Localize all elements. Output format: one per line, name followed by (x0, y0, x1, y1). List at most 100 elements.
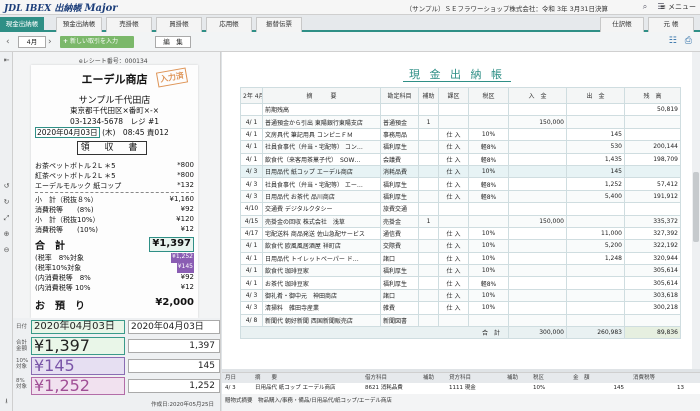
download-icon[interactable]: ⭳ (2, 397, 11, 406)
ledger-cell: お茶代 珈琲豆家 (262, 276, 381, 290)
total-input[interactable]: 1,397 (128, 339, 220, 353)
ledger-row[interactable]: 4/ 1 日用品代 トイレットペーパー ド… 諸口 仕 入 10% 1,248 320,94… (240, 251, 681, 266)
tab-payables[interactable]: 買掛帳 (156, 17, 202, 32)
ledger-cell: 福利厚生 (380, 189, 419, 204)
ledger-cell (418, 288, 439, 303)
ledger-cell (624, 313, 681, 328)
ledger-cell (566, 264, 625, 278)
ledger-row[interactable]: 4/ 1 普通預金から引出 東陽銀行東陽支店 普通預金 1 150,000 (240, 115, 681, 129)
date-input[interactable]: 2020年04月03日 (128, 320, 220, 334)
ledger-cell (566, 102, 625, 117)
ledger-row[interactable]: 4/10 交通費 デジタルクタシー 旅費交通 (240, 202, 681, 216)
ledger-row[interactable]: 4/ 1 飲食代（来客用茶菓子代） SOW… 会議費 仕 入軽8% 1,435 198,7… (240, 152, 681, 166)
ledger-cell: 4/ 1 (240, 239, 263, 253)
tab-transfer-slip[interactable]: 振替伝票 (256, 17, 302, 32)
ledger-row[interactable]: 4/ 1 文房具代 筆記用具 コンピニＦＭ 事務用品 仕 入 10% 145 (240, 127, 681, 142)
rate10-input[interactable]: 145 (128, 359, 220, 373)
collapse-icon[interactable]: ⇤ (2, 56, 11, 65)
ledger-header-row: 2年 4月 摘 要 勘定科目 補助 課区 税区 入 金 出 金 残 高 (240, 87, 681, 104)
ledger-title: 現 金 出 納 帳 (222, 66, 692, 82)
tab-receivables[interactable]: 売掛帳 (106, 17, 152, 32)
col-tax: 税区 (468, 87, 509, 104)
filter-icon[interactable]: ☷ (669, 36, 677, 46)
ledger-cell: 10% (468, 239, 509, 253)
ledger-cell (418, 177, 439, 191)
receipt-title: 領 収 書 (77, 141, 147, 155)
ledger-cell (508, 301, 567, 315)
ledger-cell: 305,614 (624, 264, 681, 278)
left-sidebar: ⇤ ↺ ↻ ⤢ ⊕ ⊖ ⭳ (0, 52, 13, 411)
ledger-row[interactable]: 4/ 3 日用品代 紙コップ エーデル商店 消耗品費 仕 入 10% 145 (240, 164, 681, 179)
ledger-row[interactable]: 4/ 3 御礼肴・御中元 神田商店 諸口 仕 入 10% 303,618 (240, 288, 681, 303)
prev-month-icon[interactable]: ‹ (6, 36, 14, 48)
tab-journal[interactable]: 仕訳帳 (600, 17, 644, 32)
search-icon[interactable]: ⌕ (640, 2, 650, 12)
ledger-cell (418, 313, 439, 328)
ledger-row[interactable]: 4/ 8 新聞代 朝好新聞 西国新聞販売店 新聞図書 (240, 313, 681, 328)
ledger-cell: 10% (468, 226, 509, 241)
app-logo: JDL IBEX 出納帳 Major (0, 1, 118, 14)
ledger-row[interactable]: 4/ 1 お茶代 珈琲豆家 福利厚生 仕 入軽8% 305,614 (240, 276, 681, 290)
fit-icon[interactable]: ⤢ (2, 214, 11, 223)
ledger-cell (418, 301, 439, 315)
col-account: 勘定科目 (380, 87, 419, 104)
detail-cons-tax: 13 (677, 385, 684, 391)
ledger-row[interactable]: 前期残高 50,819 (240, 102, 681, 117)
detail-amount: 145 (613, 385, 625, 391)
ledger-cell (624, 115, 681, 129)
receipt-date-line: 2020年04月03日 (木) 08:45 責012 (35, 127, 169, 138)
ledger-row[interactable]: 4/ 3 社員食事代（弁当・宅配等） エー… 福利厚生 仕 入軽8% 1,252 57,4… (240, 177, 681, 191)
tab-cash-book[interactable]: 現金出納帳 (0, 17, 44, 32)
ledger-row[interactable]: 4/ 1 飲食代 珈琲豆家 福利厚生 仕 入 10% 305,614 (240, 264, 681, 278)
receipt-separator (35, 192, 194, 193)
ledger-cell (508, 164, 567, 179)
rotate-right-icon[interactable]: ↻ (2, 198, 11, 207)
month-selector[interactable]: 4月 (18, 36, 46, 48)
ledger-row[interactable]: 4/17 宅配送料 商品発送 佐山急配サービス 通信費 仕 入 10% 11,000 327… (240, 226, 681, 241)
detail-col-sub2: 補助 (507, 375, 519, 381)
ledger-row[interactable]: 4/ 3 清掃料 雑田寺産業 雑費 仕 入 10% 300,218 (240, 301, 681, 315)
page-edge-left (224, 55, 230, 365)
ledger-cell: 4/ 1 (240, 251, 263, 266)
ledger-cell (566, 214, 625, 228)
ledger-row[interactable]: 4/ 1 飲食代 欧風風居酒屋 祥町店 交際費 仕 入 10% 5,200 322,192 (240, 239, 681, 253)
ledger-scrollbar[interactable] (692, 52, 700, 369)
ledger-row[interactable]: 4/ 1 社員食事代（弁当・宅配等） コン… 福利厚生 仕 入軽8% 530 200,14… (240, 140, 681, 154)
receipt-tel: 03-1234-5678 レジ #1 (69, 117, 160, 126)
menu-button[interactable]: ≡ メニュー (660, 2, 696, 12)
rotate-left-icon[interactable]: ↺ (2, 182, 11, 191)
ledger-cell: 4/ 1 (240, 115, 263, 129)
tab-general-ledger[interactable]: 元 帳 (648, 17, 694, 32)
ledger-cell (418, 239, 439, 253)
new-transaction-button[interactable]: + 新しい取引を入力 (60, 36, 134, 48)
scroll-thumb[interactable] (693, 172, 699, 242)
ledger-cell: 10% (468, 127, 509, 142)
ledger-cell: 11,000 (566, 226, 625, 241)
tab-deposit-book[interactable]: 預金出納帳 (56, 17, 102, 32)
ledger-cell: 4/ 3 (240, 301, 263, 315)
col-class: 課区 (438, 87, 469, 104)
ledger-cell: 普通預金から引出 東陽銀行東陽支店 (262, 115, 381, 129)
print-icon[interactable]: ⎙ (685, 36, 692, 46)
tab-applied-book[interactable]: 応用帳 (206, 17, 252, 32)
zoom-out-icon[interactable]: ⊖ (2, 246, 11, 255)
edit-dropdown[interactable]: 編 集 (155, 36, 191, 48)
receipt-total: 合 計 ¥1,397 (35, 237, 194, 252)
ledger-cell (508, 276, 567, 290)
ledger-row[interactable]: 4/ 3 日用品代 お茶代 品川商店 福利厚生 仕 入軽8% 5,400 191,912 (240, 189, 681, 204)
detail-date: 4/ 3 (225, 385, 236, 391)
date-label: 日付 (16, 324, 28, 330)
ledger-cell (566, 313, 625, 328)
zoom-in-icon[interactable]: ⊕ (2, 230, 11, 239)
rate8-input[interactable]: 1,252 (128, 379, 220, 393)
next-month-icon[interactable]: › (48, 36, 56, 48)
entry-detail: 月日 摘 要 借方科目 補助 貸方科目 補助 税区 金 額 消費税等 4/ 3 … (222, 372, 700, 411)
detail-row[interactable]: 4/ 3 日用品代 紙コップ エーデル商店 8621 消耗品費 1111 現金 … (222, 383, 700, 394)
ledger-cell: 福利厚生 (380, 276, 419, 290)
ledger-row[interactable]: 4/15 売掛金の回収 株式会社 浅草 売掛金 1 150,000 335,372 (240, 214, 681, 228)
ledger-cell (438, 115, 469, 129)
receipt-taxable10: (税率10%対象 ¥145 (35, 263, 194, 273)
logo-text: JDL IBEX 出納帳 (4, 3, 82, 14)
detail-col-credit: 貸方科目 (449, 375, 472, 381)
ledger-table: 2年 4月 摘 要 勘定科目 補助 課区 税区 入 金 出 金 残 高 前期残高… (240, 87, 681, 340)
